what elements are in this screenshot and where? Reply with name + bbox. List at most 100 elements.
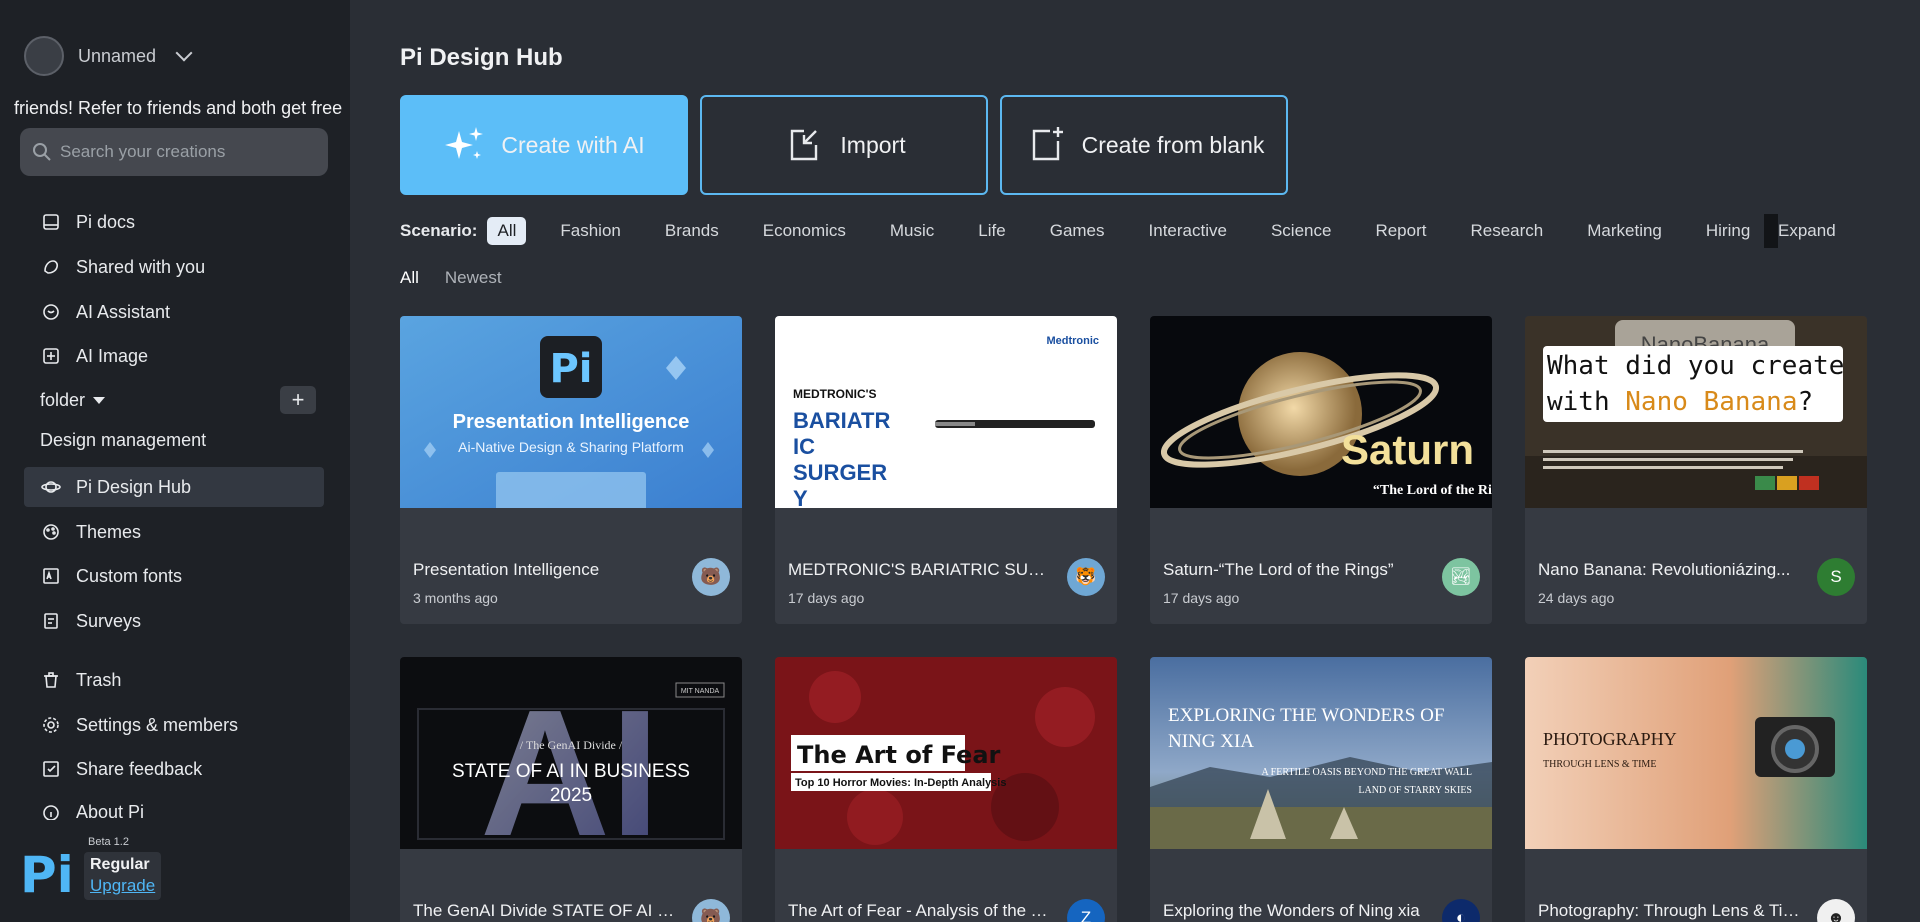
sidebar-item-design-hub[interactable]: Pi Design Hub xyxy=(24,467,324,507)
trash-icon xyxy=(40,669,62,691)
sidebar-item-trash[interactable]: Trash xyxy=(24,660,324,700)
sidebar-item-label: About Pi xyxy=(76,802,145,820)
avatar: S xyxy=(1817,558,1855,596)
design-card[interactable]: Pi Presentation Intelligence Ai-Native D… xyxy=(400,316,742,624)
thumb-headline: EXPLORING THE WONDERS OF xyxy=(1168,705,1444,726)
version-badge: Beta 1.2 xyxy=(88,836,129,848)
chevron-down-icon xyxy=(175,44,193,62)
sidebar-item-surveys[interactable]: Surveys xyxy=(24,601,324,641)
design-card[interactable]: PHOTOGRAPHY THROUGH LENS & TIME Photogra… xyxy=(1525,657,1867,922)
import-label: Import xyxy=(840,131,906,158)
search-input[interactable] xyxy=(60,142,320,162)
design-card[interactable]: Saturn “The Lord of the Rings” Saturn-“T… xyxy=(1150,316,1492,624)
import-icon xyxy=(791,129,818,161)
sidebar-item-about[interactable]: About Pi xyxy=(24,794,324,820)
create-with-ai-button[interactable]: Create with AI xyxy=(400,95,688,195)
card-title: Exploring the Wonders of Ning xia xyxy=(1163,901,1420,920)
page-title: Pi Design Hub xyxy=(400,44,563,71)
thumb-small: / The GenAI Divide / xyxy=(520,738,623,752)
thumb-badge: MIT NANDA xyxy=(681,688,720,695)
card-time: 3 months ago xyxy=(413,590,498,606)
thumb-brand: Medtronic xyxy=(1046,335,1099,347)
thumb-question-2a: with xyxy=(1547,387,1625,417)
thumb-question-2b: Nano Banana xyxy=(1625,387,1797,417)
thumb-subline: THROUGH LENS & TIME xyxy=(1543,759,1656,770)
scenario-chip-economics[interactable]: Economics xyxy=(753,217,856,245)
sidebar-item-feedback[interactable]: Share feedback xyxy=(24,749,324,789)
scenario-chip-music[interactable]: Music xyxy=(880,217,944,245)
search-icon xyxy=(33,143,51,161)
sidebar-item-label: AI Assistant xyxy=(76,301,171,322)
thumb-line-1: BARIATR xyxy=(793,408,890,433)
sidebar-item-label: Pi docs xyxy=(76,211,136,232)
thumb-subline: “The Lord of the Rings” xyxy=(1373,483,1492,498)
plus-icon: + xyxy=(291,387,305,412)
card-title: Presentation Intelligence xyxy=(413,560,600,579)
design-card[interactable]: Medtronic MEDTRONIC'S BARIATR IC SURGER … xyxy=(775,316,1117,624)
sidebar-item-settings[interactable]: Settings & members xyxy=(24,705,324,745)
bear-icon: 🐻 xyxy=(700,908,722,922)
sidebar-item-pi-docs[interactable]: Pi docs xyxy=(24,202,324,242)
scenario-chip-report[interactable]: Report xyxy=(1365,217,1436,245)
survey-icon xyxy=(40,610,62,632)
card-thumbnail: Saturn “The Lord of the Rings” xyxy=(1150,316,1492,508)
sidebar-item-label: Themes xyxy=(76,521,142,542)
sort-tab-newest[interactable]: Newest xyxy=(445,268,502,288)
sidebar-item-label: Surveys xyxy=(76,610,142,631)
card-title: Saturn-“The Lord of the Rings” xyxy=(1163,560,1394,579)
user-menu[interactable]: Unnamed xyxy=(24,36,193,76)
upgrade-link[interactable]: Upgrade xyxy=(90,876,155,896)
feedback-icon xyxy=(40,758,62,780)
design-card[interactable]: NanoBanana What did you create with Nano… xyxy=(1525,316,1867,624)
avatar: Z xyxy=(1067,899,1105,922)
add-folder-button[interactable]: + xyxy=(280,386,316,414)
scenario-chip-all[interactable]: All xyxy=(487,217,527,245)
card-thumbnail: The Art of Fear Top 10 Horror Movies: In… xyxy=(775,657,1117,849)
design-card[interactable]: EXPLORING THE WONDERS OF NING XIA A FERT… xyxy=(1150,657,1492,922)
sidebar-item-themes[interactable]: Themes xyxy=(24,512,324,552)
scenario-chip-interactive[interactable]: Interactive xyxy=(1139,217,1237,245)
thumb-line-4: Y xyxy=(793,486,808,508)
avatar: 🐻 xyxy=(692,899,730,922)
expand-scenarios-button[interactable]: Expand xyxy=(1778,214,1836,248)
scenario-chip-games[interactable]: Games xyxy=(1040,217,1115,245)
sidebar-item-label: Custom fonts xyxy=(76,565,183,586)
scenario-chip-marketing[interactable]: Marketing xyxy=(1577,217,1672,245)
scenario-chip-fashion[interactable]: Fashion xyxy=(550,217,630,245)
caret-down-icon xyxy=(93,396,106,404)
sidebar-item-ai-assistant[interactable]: AI Assistant xyxy=(24,292,324,332)
landscape-icon: 🏞 xyxy=(1450,567,1472,586)
scenario-chip-brands[interactable]: Brands xyxy=(655,217,729,245)
folder-toggle[interactable]: folder xyxy=(40,390,106,411)
scenario-chip-research[interactable]: Research xyxy=(1460,217,1553,245)
thumb-line-2: IC xyxy=(793,434,815,459)
plan-name: Regular xyxy=(90,856,150,873)
scenario-chip-life[interactable]: Life xyxy=(968,217,1015,245)
sidebar-item-label: Trash xyxy=(76,669,122,690)
sort-tab-all[interactable]: All xyxy=(400,268,419,288)
sort-tabs: All Newest xyxy=(400,268,502,288)
design-card[interactable]: AI MIT NANDA / The GenAI Divide / STATE … xyxy=(400,657,742,922)
search-box[interactable] xyxy=(20,128,328,176)
card-title: Nano Banana: Revolutioniázing... xyxy=(1538,560,1791,579)
scenario-chip-science[interactable]: Science xyxy=(1261,217,1341,245)
card-time: 17 days ago xyxy=(1163,590,1240,606)
tiger-icon: 🐯 xyxy=(1075,567,1097,586)
sidebar-item-custom-fonts[interactable]: Custom fonts xyxy=(24,556,324,596)
thumb-headline: PHOTOGRAPHY xyxy=(1543,729,1677,749)
create-from-blank-button[interactable]: Create from blank xyxy=(1000,95,1288,195)
scenario-chip-hiring[interactable]: Hiring xyxy=(1696,217,1760,245)
thumb-subline: Ai-Native Design & Sharing Platform xyxy=(458,439,684,455)
card-title: MEDTRONIC'S BARIATRIC SURGERY xyxy=(788,560,1050,579)
referral-promo[interactable]: friends! Refer to friends and both get f… xyxy=(14,98,350,119)
sidebar-item-shared[interactable]: Shared with you xyxy=(24,247,324,287)
thumb-question-2c: ? xyxy=(1797,387,1813,417)
card-thumbnail: NanoBanana What did you create with Nano… xyxy=(1525,316,1867,508)
design-card[interactable]: The Art of Fear Top 10 Horror Movies: In… xyxy=(775,657,1117,922)
share-icon xyxy=(40,256,62,278)
card-title: The Art of Fear - Analysis of the T... xyxy=(788,901,1050,920)
import-button[interactable]: Import xyxy=(700,95,988,195)
sidebar-item-ai-image[interactable]: AI Image xyxy=(24,336,324,376)
person-icon: ☻ xyxy=(1827,908,1845,922)
scroll-fade xyxy=(1764,214,1778,248)
